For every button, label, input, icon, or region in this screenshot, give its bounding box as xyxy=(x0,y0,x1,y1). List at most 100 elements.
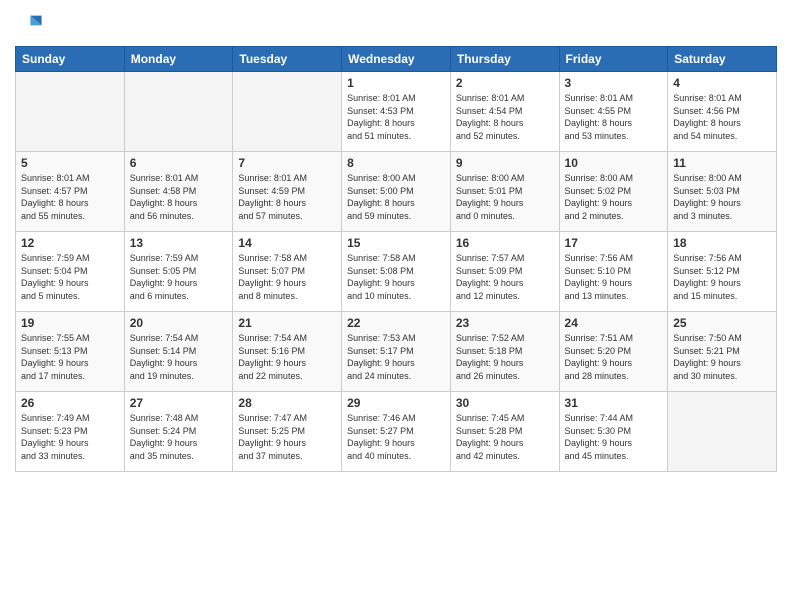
calendar-cell: 29 Sunrise: 7:46 AM Sunset: 5:27 PM Dayli… xyxy=(342,392,451,472)
calendar-cell xyxy=(668,392,777,472)
calendar-cell: 27 Sunrise: 7:48 AM Sunset: 5:24 PM Dayli… xyxy=(124,392,233,472)
day-number: 27 xyxy=(130,396,228,410)
day-info: Sunrise: 8:01 AM Sunset: 4:56 PM Dayligh… xyxy=(673,92,771,142)
day-info: Sunrise: 8:01 AM Sunset: 4:59 PM Dayligh… xyxy=(238,172,336,222)
day-info: Sunrise: 7:44 AM Sunset: 5:30 PM Dayligh… xyxy=(565,412,663,462)
day-number: 10 xyxy=(565,156,663,170)
day-info: Sunrise: 8:01 AM Sunset: 4:58 PM Dayligh… xyxy=(130,172,228,222)
header xyxy=(15,10,777,38)
day-info: Sunrise: 7:53 AM Sunset: 5:17 PM Dayligh… xyxy=(347,332,445,382)
day-number: 18 xyxy=(673,236,771,250)
calendar-cell: 22 Sunrise: 7:53 AM Sunset: 5:17 PM Dayli… xyxy=(342,312,451,392)
day-info: Sunrise: 7:57 AM Sunset: 5:09 PM Dayligh… xyxy=(456,252,554,302)
day-info: Sunrise: 7:48 AM Sunset: 5:24 PM Dayligh… xyxy=(130,412,228,462)
day-info: Sunrise: 7:54 AM Sunset: 5:14 PM Dayligh… xyxy=(130,332,228,382)
calendar-cell: 17Sunrise: 7:56 AM Sunset: 5:10 PM Dayli… xyxy=(559,232,668,312)
day-info: Sunrise: 7:58 AM Sunset: 5:08 PM Dayligh… xyxy=(347,252,445,302)
day-number: 16 xyxy=(456,236,554,250)
weekday-header-sunday: Sunday xyxy=(16,47,125,72)
day-number: 13 xyxy=(130,236,228,250)
day-info: Sunrise: 7:46 AM Sunset: 5:27 PM Dayligh… xyxy=(347,412,445,462)
day-info: Sunrise: 8:00 AM Sunset: 5:02 PM Dayligh… xyxy=(565,172,663,222)
calendar-cell: 8 Sunrise: 8:00 AM Sunset: 5:00 PM Daylig… xyxy=(342,152,451,232)
calendar-page: SundayMondayTuesdayWednesdayThursdayFrid… xyxy=(0,0,792,612)
calendar-cell: 23 Sunrise: 7:52 AM Sunset: 5:18 PM Dayli… xyxy=(450,312,559,392)
calendar-cell: 24 Sunrise: 7:51 AM Sunset: 5:20 PM Dayli… xyxy=(559,312,668,392)
calendar-cell: 5 Sunrise: 8:01 AM Sunset: 4:57 PM Daylig… xyxy=(16,152,125,232)
day-info: Sunrise: 8:01 AM Sunset: 4:53 PM Dayligh… xyxy=(347,92,445,142)
day-info: Sunrise: 7:52 AM Sunset: 5:18 PM Dayligh… xyxy=(456,332,554,382)
day-number: 24 xyxy=(565,316,663,330)
calendar-week-row: 19 Sunrise: 7:55 AM Sunset: 5:13 PM Dayli… xyxy=(16,312,777,392)
day-info: Sunrise: 7:49 AM Sunset: 5:23 PM Dayligh… xyxy=(21,412,119,462)
day-number: 26 xyxy=(21,396,119,410)
day-info: Sunrise: 7:56 AM Sunset: 5:12 PM Dayligh… xyxy=(673,252,771,302)
day-number: 12 xyxy=(21,236,119,250)
day-info: Sunrise: 8:01 AM Sunset: 4:55 PM Dayligh… xyxy=(565,92,663,142)
calendar-table: SundayMondayTuesdayWednesdayThursdayFrid… xyxy=(15,46,777,472)
day-number: 29 xyxy=(347,396,445,410)
calendar-cell: 15Sunrise: 7:58 AM Sunset: 5:08 PM Dayli… xyxy=(342,232,451,312)
calendar-cell: 11 Sunrise: 8:00 AM Sunset: 5:03 PM Dayli… xyxy=(668,152,777,232)
day-number: 11 xyxy=(673,156,771,170)
day-number: 5 xyxy=(21,156,119,170)
day-number: 21 xyxy=(238,316,336,330)
day-info: Sunrise: 7:58 AM Sunset: 5:07 PM Dayligh… xyxy=(238,252,336,302)
calendar-cell: 4 Sunrise: 8:01 AM Sunset: 4:56 PM Daylig… xyxy=(668,72,777,152)
day-info: Sunrise: 7:50 AM Sunset: 5:21 PM Dayligh… xyxy=(673,332,771,382)
day-info: Sunrise: 7:55 AM Sunset: 5:13 PM Dayligh… xyxy=(21,332,119,382)
calendar-cell: 12 Sunrise: 7:59 AM Sunset: 5:04 PM Dayli… xyxy=(16,232,125,312)
calendar-week-row: 12 Sunrise: 7:59 AM Sunset: 5:04 PM Dayli… xyxy=(16,232,777,312)
calendar-cell: 20Sunrise: 7:54 AM Sunset: 5:14 PM Dayli… xyxy=(124,312,233,392)
day-info: Sunrise: 8:00 AM Sunset: 5:00 PM Dayligh… xyxy=(347,172,445,222)
day-number: 6 xyxy=(130,156,228,170)
weekday-header-friday: Friday xyxy=(559,47,668,72)
day-number: 9 xyxy=(456,156,554,170)
day-number: 25 xyxy=(673,316,771,330)
weekday-header-thursday: Thursday xyxy=(450,47,559,72)
calendar-week-row: 1 Sunrise: 8:01 AM Sunset: 4:53 PM Daylig… xyxy=(16,72,777,152)
calendar-cell: 21 Sunrise: 7:54 AM Sunset: 5:16 PM Dayli… xyxy=(233,312,342,392)
calendar-week-row: 26 Sunrise: 7:49 AM Sunset: 5:23 PM Dayli… xyxy=(16,392,777,472)
day-number: 8 xyxy=(347,156,445,170)
calendar-cell: 30Sunrise: 7:45 AM Sunset: 5:28 PM Dayli… xyxy=(450,392,559,472)
logo-icon xyxy=(15,10,43,38)
calendar-cell: 31 Sunrise: 7:44 AM Sunset: 5:30 PM Dayli… xyxy=(559,392,668,472)
calendar-cell: 10 Sunrise: 8:00 AM Sunset: 5:02 PM Dayli… xyxy=(559,152,668,232)
day-number: 28 xyxy=(238,396,336,410)
day-info: Sunrise: 8:01 AM Sunset: 4:54 PM Dayligh… xyxy=(456,92,554,142)
day-number: 19 xyxy=(21,316,119,330)
day-info: Sunrise: 7:54 AM Sunset: 5:16 PM Dayligh… xyxy=(238,332,336,382)
day-number: 4 xyxy=(673,76,771,90)
day-info: Sunrise: 8:01 AM Sunset: 4:57 PM Dayligh… xyxy=(21,172,119,222)
day-info: Sunrise: 8:00 AM Sunset: 5:03 PM Dayligh… xyxy=(673,172,771,222)
day-number: 14 xyxy=(238,236,336,250)
day-number: 23 xyxy=(456,316,554,330)
calendar-cell: 2 Sunrise: 8:01 AM Sunset: 4:54 PM Daylig… xyxy=(450,72,559,152)
calendar-cell: 28 Sunrise: 7:47 AM Sunset: 5:25 PM Dayli… xyxy=(233,392,342,472)
calendar-cell xyxy=(124,72,233,152)
calendar-cell xyxy=(16,72,125,152)
day-info: Sunrise: 7:47 AM Sunset: 5:25 PM Dayligh… xyxy=(238,412,336,462)
weekday-header-wednesday: Wednesday xyxy=(342,47,451,72)
calendar-cell: 14 Sunrise: 7:58 AM Sunset: 5:07 PM Dayli… xyxy=(233,232,342,312)
day-number: 3 xyxy=(565,76,663,90)
calendar-cell: 13Sunrise: 7:59 AM Sunset: 5:05 PM Dayli… xyxy=(124,232,233,312)
day-number: 1 xyxy=(347,76,445,90)
calendar-cell: 7 Sunrise: 8:01 AM Sunset: 4:59 PM Daylig… xyxy=(233,152,342,232)
day-info: Sunrise: 8:00 AM Sunset: 5:01 PM Dayligh… xyxy=(456,172,554,222)
calendar-cell: 25 Sunrise: 7:50 AM Sunset: 5:21 PM Dayli… xyxy=(668,312,777,392)
day-number: 7 xyxy=(238,156,336,170)
calendar-cell: 19 Sunrise: 7:55 AM Sunset: 5:13 PM Dayli… xyxy=(16,312,125,392)
calendar-cell xyxy=(233,72,342,152)
calendar-cell: 1 Sunrise: 8:01 AM Sunset: 4:53 PM Daylig… xyxy=(342,72,451,152)
day-info: Sunrise: 7:59 AM Sunset: 5:04 PM Dayligh… xyxy=(21,252,119,302)
day-number: 31 xyxy=(565,396,663,410)
day-info: Sunrise: 7:51 AM Sunset: 5:20 PM Dayligh… xyxy=(565,332,663,382)
weekday-header-monday: Monday xyxy=(124,47,233,72)
day-number: 2 xyxy=(456,76,554,90)
calendar-cell: 26 Sunrise: 7:49 AM Sunset: 5:23 PM Dayli… xyxy=(16,392,125,472)
calendar-week-row: 5 Sunrise: 8:01 AM Sunset: 4:57 PM Daylig… xyxy=(16,152,777,232)
day-number: 22 xyxy=(347,316,445,330)
logo xyxy=(15,10,47,38)
